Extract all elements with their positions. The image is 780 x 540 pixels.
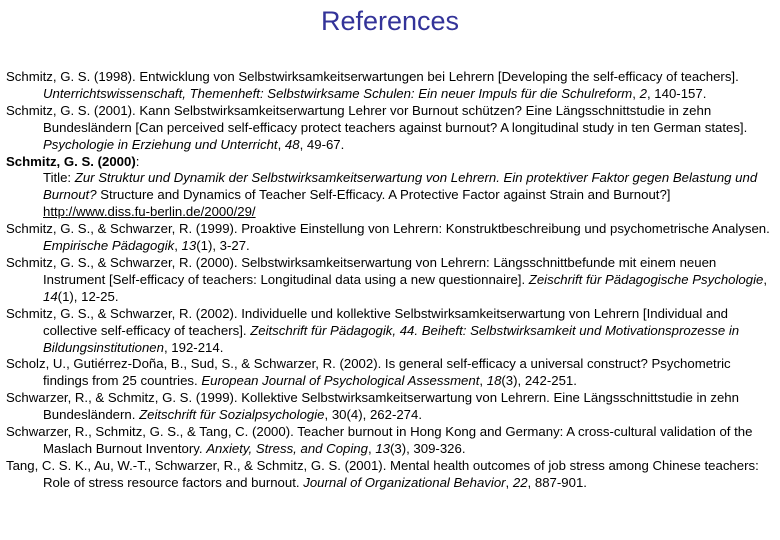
reference-text: , — [277, 136, 285, 152]
reference-italic-text: Psychologie in Erziehung und Unterricht — [43, 136, 278, 152]
reference-text: , 30(4), 262-274. — [324, 407, 423, 423]
reference-author-bold: Schmitz, G. S. (2000) — [6, 153, 136, 169]
reference-text: , 49-67. — [299, 136, 345, 152]
reference-italic-text: Journal of Organizational Behavior — [303, 474, 506, 490]
reference-entry: Scholz, U., Gutiérrez-Doña, B., Sud, S.,… — [6, 356, 776, 390]
reference-text: , 140-157. — [646, 85, 707, 101]
reference-text: Schmitz, G. S., & Schwarzer, R. (1999). … — [6, 221, 770, 237]
reference-sub-line: Title: Zur Struktur und Dynamik der Selb… — [43, 170, 776, 204]
reference-text: , — [632, 85, 640, 101]
reference-text: , — [763, 271, 768, 287]
reference-text: , — [479, 373, 487, 389]
reference-text: (3), 309-326. — [389, 440, 466, 456]
reference-italic-text: Empirische Pädagogik — [43, 238, 175, 254]
reference-italic-text: European Journal of Psychological Assess… — [201, 373, 480, 389]
reference-entry: Schmitz, G. S., & Schwarzer, R. (2000). … — [6, 255, 776, 306]
reference-italic-text: 14 — [43, 288, 58, 304]
reference-text: Schmitz, G. S. (2001). Kann Selbstwirksa… — [6, 102, 748, 135]
reference-entry: Schmitz, G. S. (2001). Kann Selbstwirksa… — [6, 103, 776, 154]
reference-text: (1), 12-25. — [57, 288, 119, 304]
reference-italic-text: 2 — [639, 85, 647, 101]
reference-italic-text: Unterrichtswissenschaft, Themenheft: Sel… — [43, 85, 633, 101]
reference-text: , 192-214. — [163, 339, 224, 355]
reference-entry: Tang, C. S. K., Au, W.-T., Schwarzer, R.… — [6, 458, 776, 492]
reference-text: , — [505, 474, 513, 490]
reference-italic-text: 13 — [375, 440, 390, 456]
reference-link[interactable]: http://www.diss.fu-berlin.de/2000/29/ — [43, 204, 256, 219]
page-title: References — [320, 6, 460, 36]
reference-italic-text: 48 — [284, 136, 300, 152]
reference-text: (1), 3-27. — [196, 238, 250, 254]
reference-italic-text: Zeitschrift für Sozialpsychologie — [139, 407, 325, 423]
reference-entry: Schmitz, G. S., & Schwarzer, R. (2002). … — [6, 306, 776, 357]
reference-text: , — [174, 238, 182, 254]
reference-entry: Schmitz, G. S. (2000): Title: Zur Struktu… — [6, 154, 776, 222]
reference-entry: Schwarzer, R., Schmitz, G. S., & Tang, C… — [6, 424, 776, 458]
reference-text: Schmitz, G. S. (1998). Entwicklung von S… — [6, 69, 739, 84]
reference-entry: Schmitz, G. S. (1998). Entwicklung von S… — [6, 69, 776, 103]
reference-italic-text: 22 — [512, 474, 528, 490]
reference-sub-line: http://www.diss.fu-berlin.de/2000/29/ — [43, 204, 776, 221]
reference-entry: Schmitz, G. S., & Schwarzer, R. (1999). … — [6, 221, 776, 255]
reference-italic-text: Anxiety, Stress, and Coping — [206, 440, 368, 456]
reference-list: Schmitz, G. S. (1998). Entwicklung von S… — [6, 69, 776, 492]
reference-entry: Schwarzer, R., & Schmitz, G. S. (1999). … — [6, 390, 776, 424]
reference-text: : — [135, 153, 140, 169]
reference-italic-text: Zeischrift für Pädagogische Psychologie — [528, 271, 764, 287]
reference-italic-text: 13 — [181, 238, 197, 254]
reference-text: , 887-901. — [527, 474, 587, 490]
reference-text: Structure and Dynamics of Teacher Self-E… — [96, 187, 671, 203]
reference-text: (3), 242-251. — [501, 373, 577, 389]
reference-text: Title: — [43, 170, 75, 186]
reference-italic-text: 18 — [486, 373, 502, 389]
